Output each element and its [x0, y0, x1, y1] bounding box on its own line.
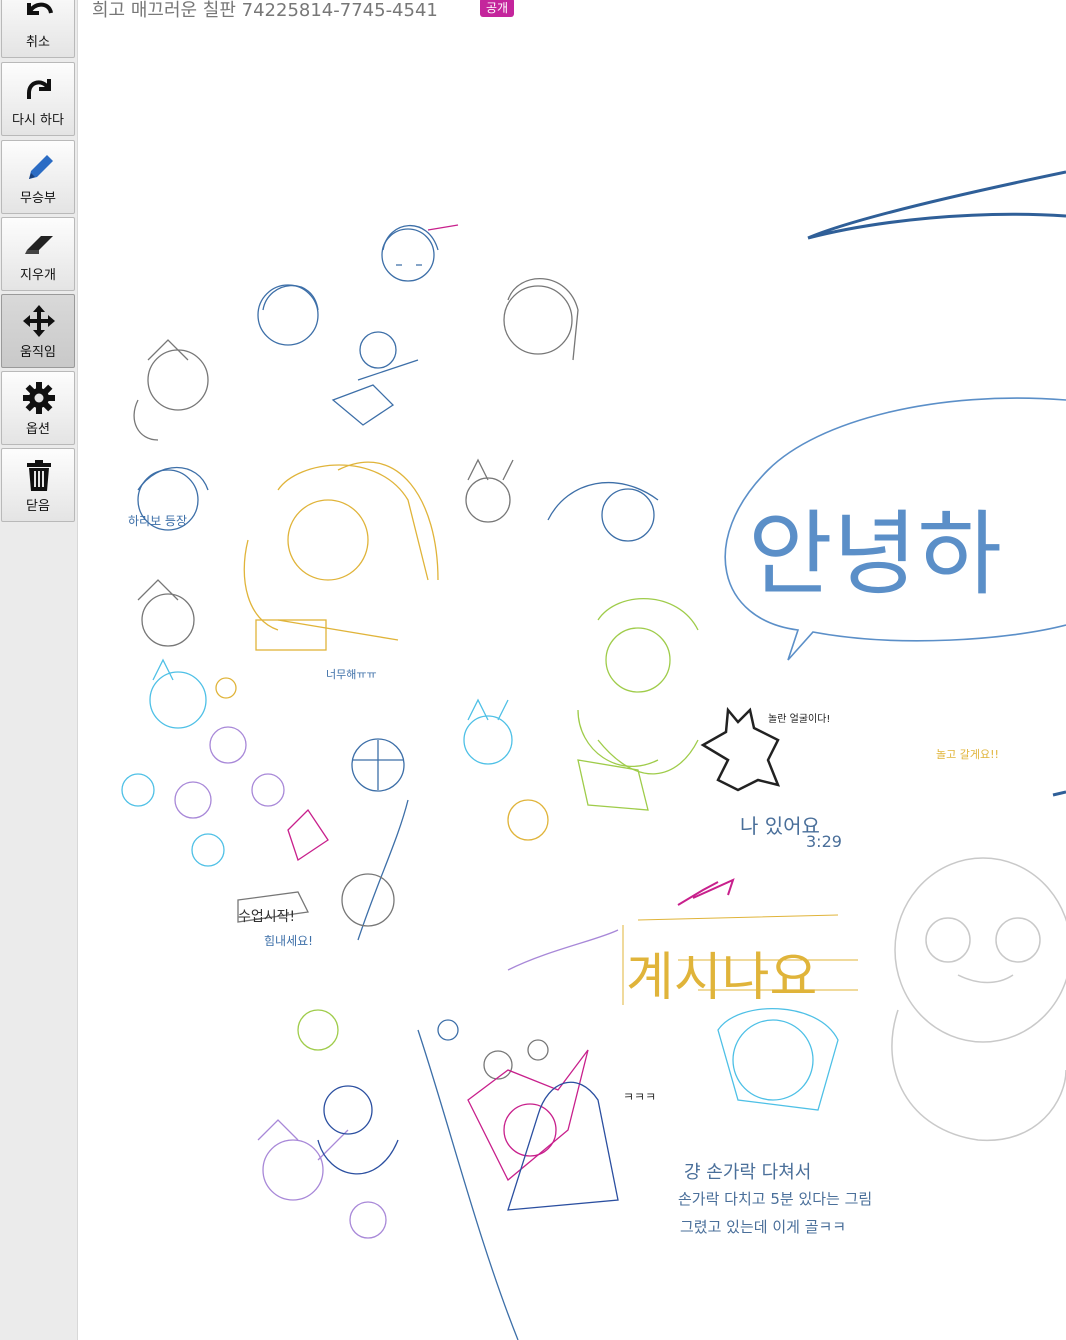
- shout-text: 너무해ㅠㅠ: [326, 668, 377, 681]
- greeting-text: 안녕하: [748, 501, 1002, 608]
- gear-icon: [23, 382, 55, 414]
- welcome-text: 계시나요: [626, 948, 818, 1008]
- note-line-3: 그렸고 있는데 이게 골ㅋㅋ: [680, 1218, 847, 1236]
- time-text: 3:29: [806, 832, 842, 851]
- eraser-label: 지우개: [20, 268, 56, 283]
- toolbar: 취소 다시 하다 무승부 지우개 움직임 옵션 닫음: [0, 0, 78, 1340]
- note-line-1: 걍 손가락 다쳐서: [684, 1162, 812, 1183]
- laugh-text: ㅋㅋㅋ: [623, 1090, 657, 1104]
- redo-button[interactable]: 다시 하다: [1, 62, 75, 136]
- ask-text: 놀란 얼굴이다!: [768, 714, 831, 725]
- close-label: 닫음: [26, 499, 50, 514]
- note-line-2: 손가락 다치고 5분 있다는 그림: [678, 1190, 873, 1208]
- redo-icon: [27, 79, 51, 99]
- trash-icon: [27, 460, 51, 491]
- stay-text: 놀고 갈게요!!: [936, 748, 999, 761]
- eraser-button[interactable]: 지우개: [1, 217, 75, 291]
- board-title: 희고 매끄러운 칠판 74225814-7745-4541: [92, 0, 438, 21]
- close-button[interactable]: 닫음: [1, 448, 75, 522]
- undo-button[interactable]: 취소: [1, 0, 75, 58]
- pencil-icon: [29, 155, 53, 179]
- pen-label: 무승부: [20, 191, 56, 206]
- move-button[interactable]: 움직임: [1, 294, 75, 368]
- redo-label: 다시 하다: [12, 113, 64, 128]
- start-text: 수업시작!: [238, 909, 296, 925]
- friend-text: 하리보 등장: [128, 514, 188, 528]
- move-label: 움직임: [20, 345, 56, 360]
- fighting-text: 힘내세요!: [264, 934, 313, 948]
- drawing-canvas[interactable]: 안녕하 계시나요 나 있어요 3:29 걍 손가락 다쳐서 손가락 다치고 5분…: [78, 20, 1066, 1340]
- options-button[interactable]: 옵션: [1, 371, 75, 445]
- pen-button[interactable]: 무승부: [1, 140, 75, 214]
- options-label: 옵션: [26, 422, 50, 437]
- public-badge: 공개: [480, 0, 515, 17]
- doodle-layer: [121, 170, 1066, 1340]
- eraser-icon: [25, 236, 53, 254]
- undo-icon: [27, 2, 53, 15]
- move-arrows-icon: [23, 305, 55, 337]
- undo-label: 취소: [26, 35, 50, 50]
